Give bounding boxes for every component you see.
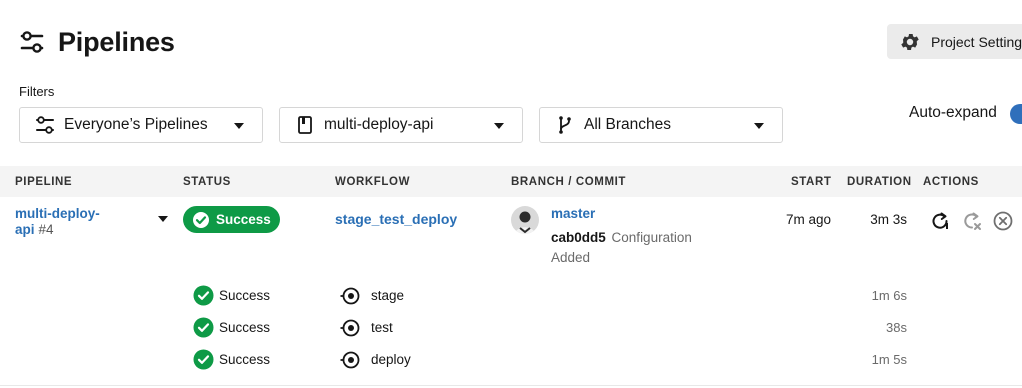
users-filter-icon	[34, 114, 56, 136]
pipelines-filter-select[interactable]: Everyone’s Pipelines	[19, 107, 263, 143]
job-row: Success test 38s	[0, 317, 1022, 341]
job-icon	[340, 287, 360, 305]
rerun-failed-icon[interactable]	[961, 210, 983, 232]
page-title: Pipelines	[58, 26, 175, 57]
column-header-actions: ACTIONS	[923, 176, 979, 188]
job-duration: 1m 5s	[871, 352, 907, 367]
pipeline-name-line1: multi-deploy-	[15, 206, 100, 221]
auto-expand-label: Auto-expand	[909, 104, 997, 121]
column-header-start: START	[791, 176, 832, 188]
job-status: Success	[219, 352, 271, 367]
chevron-down-icon	[234, 123, 244, 129]
start-time: 7m ago	[785, 212, 831, 227]
chevron-down-icon	[754, 123, 764, 129]
branch-filter-value: All Branches	[584, 116, 672, 133]
column-header-status: STATUS	[183, 176, 231, 188]
sliders-icon	[20, 31, 44, 53]
workflow-link[interactable]: stage_test_deploy	[335, 211, 457, 227]
project-settings-button[interactable]: Project Settings	[887, 24, 1022, 59]
project-filter-value: multi-deploy-api	[324, 116, 434, 133]
job-status: Success	[219, 288, 271, 303]
avatar	[511, 206, 539, 234]
job-status: Success	[219, 320, 271, 335]
column-header-branch-commit: BRANCH / COMMIT	[511, 176, 627, 188]
pipelines-filter-value: Everyone’s Pipelines	[64, 116, 208, 133]
expand-pipeline-chevron-icon[interactable]	[158, 216, 168, 222]
pipeline-name-link[interactable]: multi-deploy- api #4	[15, 206, 135, 238]
pipeline-duration: 3m 3s	[870, 212, 907, 227]
check-circle-icon	[193, 211, 209, 228]
status-badge[interactable]: Success	[183, 206, 280, 233]
pipeline-name-line2: api	[15, 222, 35, 237]
job-row: Success stage 1m 6s	[0, 285, 1022, 309]
page-header: Pipelines	[18, 24, 175, 60]
job-icon	[340, 319, 360, 337]
job-name-link[interactable]: stage	[371, 288, 404, 303]
branch-filter-select[interactable]: All Branches	[539, 107, 783, 143]
job-duration: 1m 6s	[871, 288, 907, 303]
success-check-icon	[193, 349, 214, 370]
commit-info[interactable]: cab0dd5 Configuration Added	[551, 228, 721, 268]
commit-hash: cab0dd5	[551, 230, 606, 245]
job-icon	[340, 351, 360, 369]
filters-label: Filters	[19, 84, 55, 99]
chevron-down-icon	[494, 123, 504, 129]
column-header-duration: DURATION	[847, 176, 912, 188]
column-header-pipeline: PIPELINE	[15, 176, 73, 188]
gear-icon	[901, 33, 919, 50]
branch-link[interactable]: master	[551, 206, 595, 221]
pipeline-number: #4	[38, 222, 54, 237]
git-branch-icon	[554, 114, 576, 136]
bookmark-icon	[294, 114, 316, 136]
job-duration: 38s	[886, 320, 907, 335]
success-check-icon	[193, 317, 214, 338]
success-check-icon	[193, 285, 214, 306]
status-badge-label: Success	[216, 212, 271, 227]
job-name-link[interactable]: test	[371, 320, 393, 335]
auto-expand-toggle[interactable]	[1010, 104, 1022, 124]
project-filter-select[interactable]: multi-deploy-api	[279, 107, 523, 143]
job-row: Success deploy 1m 5s	[0, 349, 1022, 373]
cancel-icon[interactable]	[992, 210, 1014, 232]
row-divider	[0, 385, 1022, 386]
project-settings-label: Project Settings	[931, 33, 1022, 50]
job-name-link[interactable]: deploy	[371, 352, 411, 367]
column-header-workflow: WORKFLOW	[335, 176, 411, 188]
rerun-icon[interactable]	[929, 210, 951, 232]
